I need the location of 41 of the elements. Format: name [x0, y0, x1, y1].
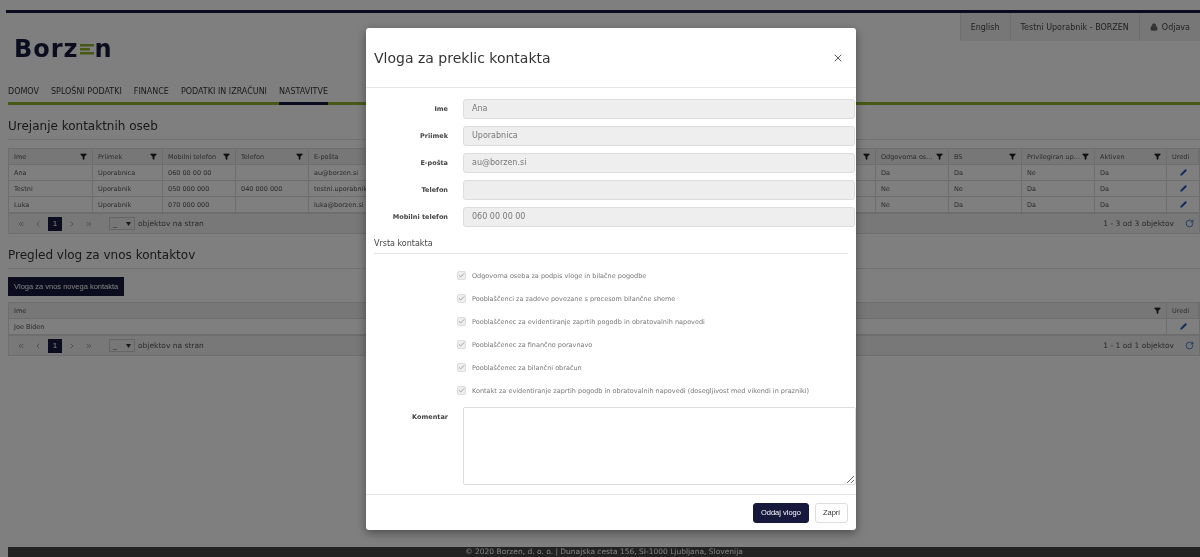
refresh-icon[interactable]: [1185, 219, 1194, 228]
filter-icon[interactable]: [936, 153, 943, 160]
last-page-icon[interactable]: [85, 341, 93, 350]
refresh-icon[interactable]: [1185, 341, 1194, 350]
first-page-icon[interactable]: [17, 219, 25, 228]
nav-tab[interactable]: NASTAVITVE: [279, 87, 328, 105]
logout-link[interactable]: Odjava: [1138, 13, 1200, 41]
page-button[interactable]: 1: [48, 216, 62, 231]
filter-icon[interactable]: [223, 153, 230, 160]
page-button[interactable]: 1: [48, 338, 62, 353]
nav-tab[interactable]: SPLOŠNI PODATKI: [51, 87, 122, 105]
header-link[interactable]: English: [959, 13, 1010, 41]
filter-icon[interactable]: [1154, 153, 1161, 160]
filter-icon[interactable]: [1082, 153, 1089, 160]
comment-field[interactable]: [463, 407, 856, 485]
nav-tab[interactable]: DOMOV: [8, 87, 39, 105]
nav-tab[interactable]: PODATKI IN IZRAČUNI: [180, 87, 267, 105]
edit-icon[interactable]: [1179, 201, 1187, 208]
section-heading: Vrsta kontakta: [374, 230, 848, 254]
borzen-logo[interactable]: Borz n: [14, 35, 113, 63]
next-page-icon[interactable]: [68, 219, 76, 228]
filter-icon[interactable]: [150, 153, 157, 160]
last-page-icon[interactable]: [85, 219, 93, 228]
caret-icon: [126, 221, 131, 226]
filter-icon[interactable]: [1154, 307, 1161, 314]
filter-icon[interactable]: [863, 153, 870, 160]
nav-tab[interactable]: FINANCE: [133, 87, 169, 105]
edit-icon[interactable]: [1179, 169, 1187, 176]
first-page-icon[interactable]: [17, 341, 25, 350]
caret-icon: [126, 343, 131, 348]
filter-icon[interactable]: [1009, 153, 1016, 160]
edit-icon[interactable]: [1179, 185, 1187, 192]
edit-icon[interactable]: [1179, 323, 1187, 330]
filter-icon[interactable]: [296, 153, 303, 160]
filter-icon[interactable]: [80, 153, 87, 160]
header-link[interactable]: Testni Uporabnik - BORZEN: [1009, 13, 1139, 41]
dialog-title: Vloga za preklic kontakta: [374, 49, 551, 66]
previous-page-icon[interactable]: [34, 219, 42, 228]
lock-icon: [1149, 23, 1158, 31]
next-page-icon[interactable]: [68, 341, 76, 350]
previous-page-icon[interactable]: [34, 341, 42, 350]
